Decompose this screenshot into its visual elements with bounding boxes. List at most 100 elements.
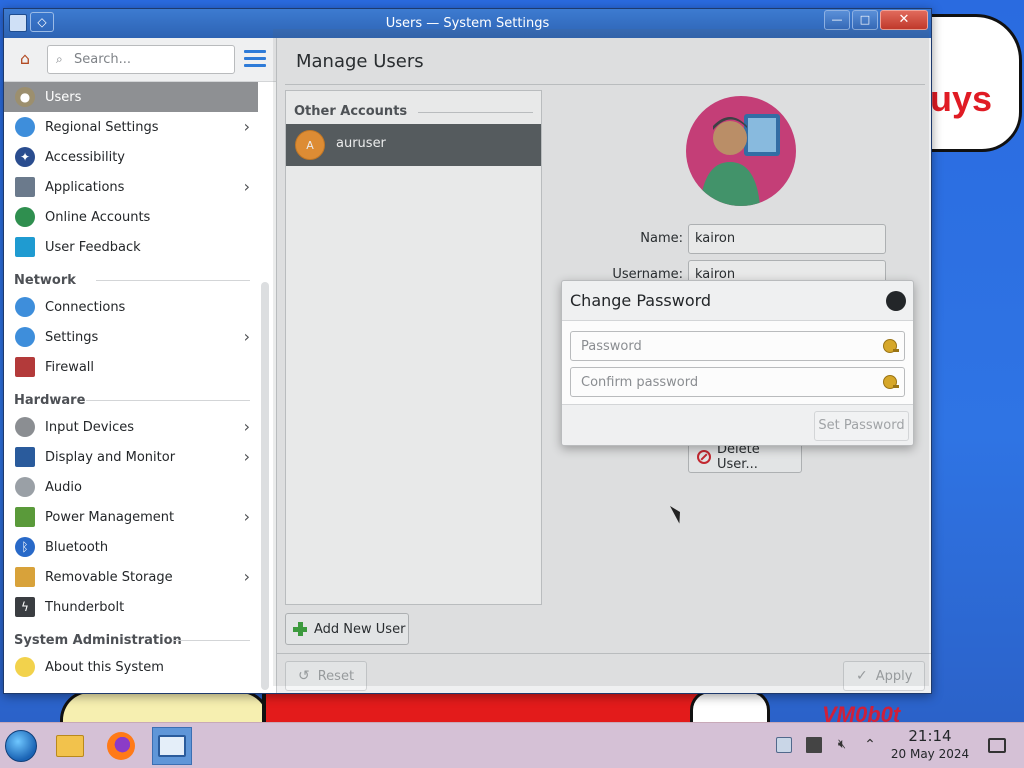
apply-label: Apply — [875, 668, 913, 684]
sidebar-item-users[interactable]: ● Users — [4, 82, 258, 112]
hamburger-menu-icon[interactable] — [244, 50, 266, 68]
firewall-icon — [15, 357, 35, 377]
delete-icon — [697, 450, 711, 464]
accounts-list: Other Accounts A auruser — [285, 90, 542, 605]
password-input[interactable] — [581, 337, 871, 356]
wallpaper-shape-right — [690, 690, 770, 722]
window-titlebar[interactable]: ◇ Users — System Settings — □ ✕ — [4, 9, 931, 38]
system-settings-icon — [158, 735, 186, 757]
accounts-header: Other Accounts — [294, 104, 408, 119]
chevron-right-icon: › — [243, 327, 250, 346]
sidebar-item-firewall[interactable]: Firewall — [4, 352, 258, 382]
clock-date[interactable]: 20 May 2024 — [884, 747, 976, 761]
taskbar-firefox[interactable] — [101, 727, 141, 765]
name-field[interactable]: kairon — [688, 224, 886, 254]
sidebar-item-about-this-system[interactable]: About this System — [4, 652, 258, 682]
confirm-password-field[interactable] — [570, 367, 905, 397]
chevron-right-icon: › — [243, 417, 250, 436]
firefox-icon — [107, 732, 135, 760]
sidebar-scrollbar[interactable] — [261, 282, 269, 690]
close-window-button[interactable]: ✕ — [880, 10, 928, 30]
power-icon — [15, 507, 35, 527]
sidebar-item-user-feedback[interactable]: User Feedback — [4, 232, 258, 262]
search-icon: ⌕ — [56, 52, 63, 66]
sidebar-item-label: Thunderbolt — [45, 599, 125, 615]
password-field[interactable] — [570, 331, 905, 361]
sidebar-list: ● Users Regional Settings › ✦ Accessibil… — [4, 82, 258, 693]
checkmark-icon: ✓ — [856, 668, 868, 684]
search-field[interactable]: ⌕ — [47, 45, 235, 74]
taskbar: 🔇︎ ⌃ 21:14 20 May 2024 — [0, 722, 1024, 768]
sidebar-item-label: Power Management — [45, 509, 175, 525]
section-network: Network — [4, 268, 258, 292]
wallpaper-shape-left — [60, 690, 270, 722]
storage-icon — [15, 567, 35, 587]
network-settings-icon — [15, 327, 35, 347]
reset-label: Reset — [317, 668, 355, 684]
feedback-icon — [15, 237, 35, 257]
sidebar-item-label: Removable Storage — [45, 569, 173, 585]
battery-icon[interactable] — [806, 737, 822, 753]
sidebar-item-bluetooth[interactable]: ᛒ Bluetooth — [4, 532, 258, 562]
add-new-user-button[interactable]: Add New User — [285, 613, 409, 645]
chevron-right-icon: › — [243, 117, 250, 136]
clock-time[interactable]: 21:14 — [890, 727, 970, 745]
sidebar-item-regional-settings[interactable]: Regional Settings › — [4, 112, 258, 142]
reset-button[interactable]: ↺ Reset — [285, 661, 367, 691]
sidebar-item-label: Users — [45, 89, 82, 105]
sidebar-item-display-and-monitor[interactable]: Display and Monitor › — [4, 442, 258, 472]
sidebar-item-label: Audio — [45, 479, 82, 495]
chevron-right-icon: › — [243, 567, 250, 586]
minimize-button[interactable]: — — [824, 10, 850, 30]
account-name: auruser — [336, 136, 386, 151]
sidebar-item-connections[interactable]: Connections — [4, 292, 258, 322]
sidebar-item-label: Display and Monitor — [45, 449, 176, 465]
sidebar-item-label: Applications — [45, 179, 125, 195]
sidebar-item-online-accounts[interactable]: Online Accounts — [4, 202, 258, 232]
sidebar-item-input-devices[interactable]: Input Devices › — [4, 412, 258, 442]
dialog-body — [562, 320, 913, 405]
key-icon — [883, 339, 899, 353]
show-desktop-icon[interactable] — [988, 738, 1006, 753]
sidebar-item-thunderbolt[interactable]: ϟ Thunderbolt — [4, 592, 258, 622]
sidebar-item-accessibility[interactable]: ✦ Accessibility — [4, 142, 258, 172]
user-avatar-icon — [700, 114, 780, 206]
key-icon — [883, 375, 899, 389]
wallpaper-shape-red — [262, 690, 762, 722]
accessibility-icon: ✦ — [15, 147, 35, 167]
sidebar-item-label: Firewall — [45, 359, 95, 375]
change-password-dialog: Change Password Set Password — [561, 280, 914, 446]
maximize-button[interactable]: □ — [852, 10, 878, 30]
search-input[interactable] — [74, 50, 229, 69]
apply-button[interactable]: ✓ Apply — [843, 661, 925, 691]
sidebar-item-network-settings[interactable]: Settings › — [4, 322, 258, 352]
sidebar-item-audio[interactable]: Audio — [4, 472, 258, 502]
bluetooth-icon: ᛒ — [15, 537, 35, 557]
chevron-up-icon[interactable]: ⌃ — [862, 737, 878, 753]
display-icon — [15, 447, 35, 467]
set-password-button[interactable]: Set Password — [814, 411, 909, 441]
volume-muted-icon[interactable]: 🔇︎ — [834, 737, 850, 753]
profile-avatar[interactable] — [686, 96, 796, 206]
sidebar-item-label: Connections — [45, 299, 126, 315]
account-row-auruser[interactable]: A auruser — [286, 124, 541, 166]
wallpaper-tag-text: VM0b0t — [822, 702, 901, 722]
applications-icon — [15, 177, 35, 197]
sidebar-item-removable-storage[interactable]: Removable Storage › — [4, 562, 258, 592]
sidebar-header: ⌂ ⌕ — [4, 38, 276, 82]
clipboard-icon[interactable] — [776, 737, 792, 753]
window-title: Users — System Settings — [385, 16, 550, 31]
title-divider — [285, 84, 925, 85]
sidebar-item-applications[interactable]: Applications › — [4, 172, 258, 202]
start-menu-icon[interactable] — [5, 730, 37, 762]
sidebar-item-label: User Feedback — [45, 239, 141, 255]
sidebar: ⌂ ⌕ ● Users Regional Settings › ✦ Access… — [4, 38, 277, 693]
taskbar-system-settings[interactable] — [152, 727, 192, 765]
taskbar-file-manager[interactable] — [50, 727, 90, 765]
close-dialog-icon[interactable] — [886, 291, 906, 311]
footer-divider — [277, 653, 931, 654]
confirm-password-input[interactable] — [581, 373, 871, 392]
home-icon[interactable]: ⌂ — [14, 48, 36, 70]
connections-icon — [15, 297, 35, 317]
sidebar-item-power-management[interactable]: Power Management › — [4, 502, 258, 532]
